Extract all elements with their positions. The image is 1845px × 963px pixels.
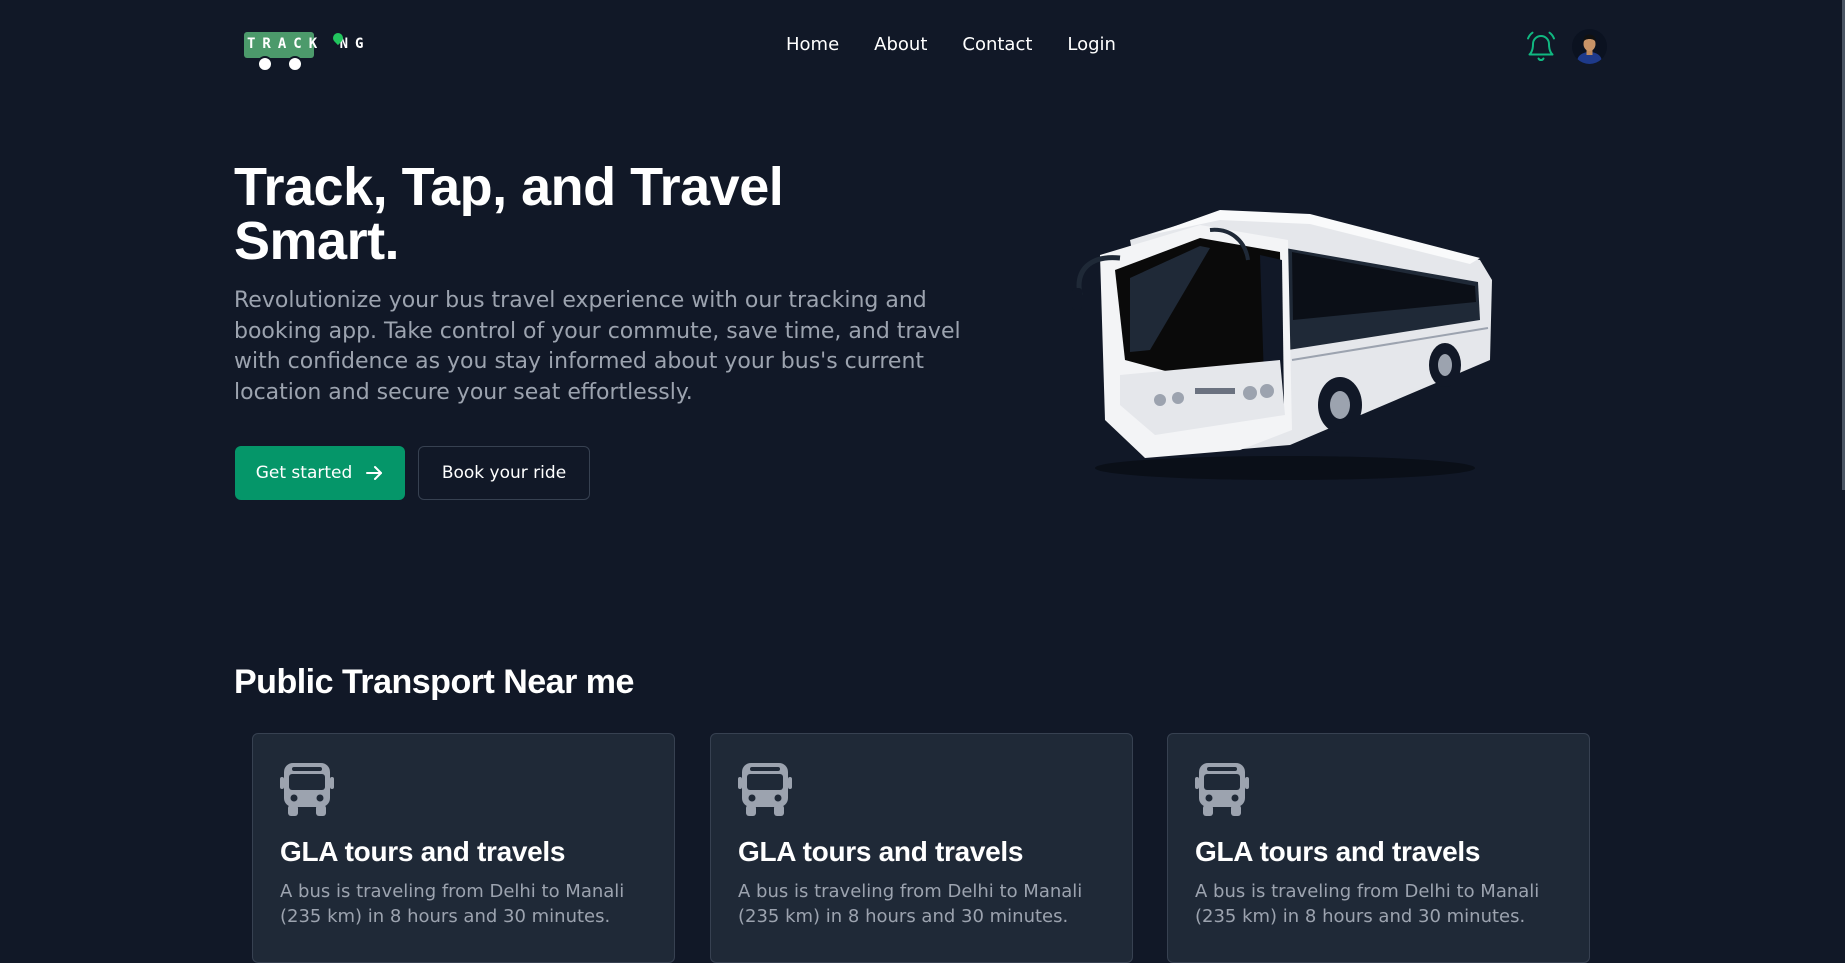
card-title: GLA tours and travels — [1195, 836, 1481, 867]
hero-description: Revolutionize your bus travel experience… — [234, 288, 961, 405]
card-title: GLA tours and travels — [280, 836, 566, 867]
transport-card[interactable]: GLA tours and travels A bus is traveling… — [1167, 733, 1590, 963]
brand-logo[interactable]: TRACK NG — [244, 28, 384, 72]
nav-about[interactable]: About — [874, 33, 927, 57]
card-description: A bus is traveling from Delhi to Manali … — [1195, 881, 1540, 927]
site-header: TRACK NG Home About Contact Login — [0, 0, 1845, 92]
bus-image — [1060, 200, 1500, 485]
arrow-right-icon — [364, 463, 384, 483]
book-ride-label: Book your ride — [441, 463, 567, 483]
card-title: GLA tours and travels — [738, 836, 1024, 867]
nav-home[interactable]: Home — [786, 33, 839, 57]
user-avatar[interactable] — [1572, 29, 1607, 64]
nav-login[interactable]: Login — [1067, 33, 1116, 57]
get-started-label: Get started — [255, 463, 353, 483]
logo-text: TRACK NG — [247, 36, 371, 52]
card-description: A bus is traveling from Delhi to Manali … — [738, 881, 1083, 927]
bus-icon — [280, 761, 334, 817]
section-title-transport: Public Transport Near me — [234, 663, 634, 701]
bus-icon — [1195, 761, 1249, 817]
transport-card[interactable]: GLA tours and travels A bus is traveling… — [710, 733, 1133, 963]
hero-title: Track, Tap, and Travel Smart. — [234, 157, 784, 271]
nav-contact[interactable]: Contact — [962, 33, 1032, 57]
bell-icon[interactable] — [1525, 30, 1557, 64]
book-ride-button[interactable]: Book your ride — [418, 446, 590, 500]
main-nav: Home About Contact Login — [786, 33, 1116, 57]
logo-wheel-icon — [257, 56, 273, 72]
bus-icon — [738, 761, 792, 817]
logo-wheel-icon — [287, 56, 303, 72]
get-started-button[interactable]: Get started — [235, 446, 405, 500]
transport-card[interactable]: GLA tours and travels A bus is traveling… — [252, 733, 675, 963]
card-description: A bus is traveling from Delhi to Manali … — [280, 881, 625, 927]
